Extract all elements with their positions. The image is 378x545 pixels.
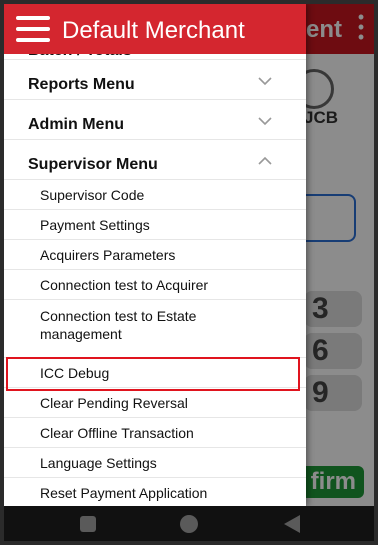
menu-item-connection-test-estate[interactable]: Connection test to Estate management — [4, 300, 306, 358]
drawer-header: Default Merchant — [4, 4, 306, 54]
chevron-down-icon — [258, 117, 272, 126]
home-icon[interactable] — [180, 515, 198, 533]
menu-section-admin[interactable]: Admin Menu — [4, 100, 306, 140]
menu-item-label: Connection test to Estate management — [40, 308, 197, 342]
menu-section-label: Reports Menu — [28, 76, 135, 93]
menu-item-label: Connection test to Acquirer — [40, 277, 209, 293]
system-navigation-bar — [4, 506, 374, 541]
drawer-title: Default Merchant — [62, 17, 245, 44]
menu-section-label: Supervisor Menu — [28, 156, 158, 173]
chevron-down-icon — [258, 77, 272, 86]
recent-apps-icon[interactable] — [80, 516, 96, 532]
menu-item-label: Clear Pending Reversal — [40, 395, 188, 411]
chevron-up-icon — [258, 156, 272, 165]
menu-item-label: Acquirers Parameters — [40, 247, 176, 263]
menu-item-supervisor-code[interactable]: Supervisor Code — [4, 180, 306, 210]
menu-item-label: Supervisor Code — [40, 187, 145, 203]
menu-item-label: Payment Settings — [40, 217, 150, 233]
highlight-box — [6, 357, 300, 391]
menu-item-connection-test-acquirer[interactable]: Connection test to Acquirer — [4, 270, 306, 300]
menu-item-label: Language Settings — [40, 455, 157, 471]
menu-section-reports[interactable]: Reports Menu — [4, 60, 306, 100]
back-icon[interactable] — [284, 515, 300, 533]
menu-item-label: Reset Payment Application — [40, 485, 208, 501]
hamburger-menu-icon[interactable] — [16, 16, 50, 42]
menu-item-reset-payment-application[interactable]: Reset Payment Application — [4, 478, 306, 506]
phone-screen: ent ••• JCB 3 6 9 firm Batch / Totals Re… — [4, 4, 374, 541]
menu-item-label: Clear Offline Transaction — [40, 425, 194, 441]
menu-section-label: Admin Menu — [28, 116, 124, 133]
menu-item-payment-settings[interactable]: Payment Settings — [4, 210, 306, 240]
menu-section-supervisor[interactable]: Supervisor Menu — [4, 140, 306, 180]
menu-item-clear-pending-reversal[interactable]: Clear Pending Reversal — [4, 388, 306, 418]
menu-item-acquirers-parameters[interactable]: Acquirers Parameters — [4, 240, 306, 270]
menu-item-clear-offline-transaction[interactable]: Clear Offline Transaction — [4, 418, 306, 448]
drawer-menu-list: Batch / Totals Reports Menu Admin Menu S… — [4, 38, 306, 506]
navigation-drawer: Batch / Totals Reports Menu Admin Menu S… — [4, 4, 306, 506]
menu-item-language-settings[interactable]: Language Settings — [4, 448, 306, 478]
